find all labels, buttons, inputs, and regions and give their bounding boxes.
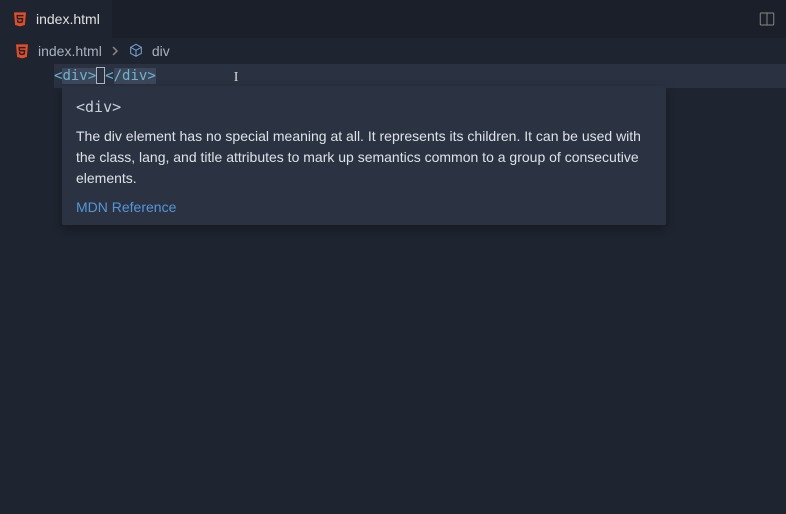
chevron-right-icon [110,46,120,56]
code-text: < [54,68,62,84]
text-cursor [96,67,105,84]
code-text: > [147,68,155,84]
code-text: div [122,68,147,84]
code-text: div [62,68,87,84]
editor-tab[interactable]: index.html [0,0,112,38]
code-text: < [105,68,113,84]
editor-actions [748,0,786,38]
breadcrumb-file[interactable]: index.html [38,43,102,59]
breadcrumb[interactable]: index.html div [0,38,786,64]
code-line-1[interactable]: <div></div> I [54,64,786,88]
hover-description: The div element has no special meaning a… [76,126,652,189]
split-editor-icon[interactable] [758,10,776,28]
hover-tooltip: <div> The div element has no special mea… [62,86,666,225]
html5-icon [12,11,28,27]
code-text: > [88,68,96,84]
tab-filename: index.html [36,11,100,27]
symbol-field-icon [128,43,144,59]
tab-bar: index.html [0,0,786,38]
code-text: / [114,68,122,84]
html5-icon [14,43,30,59]
hover-title: <div> [76,98,652,116]
breadcrumb-element[interactable]: div [152,43,170,59]
i-beam-cursor-icon: I [234,70,239,86]
code-editor[interactable]: <div></div> I [0,64,786,88]
mdn-reference-link[interactable]: MDN Reference [76,199,652,215]
